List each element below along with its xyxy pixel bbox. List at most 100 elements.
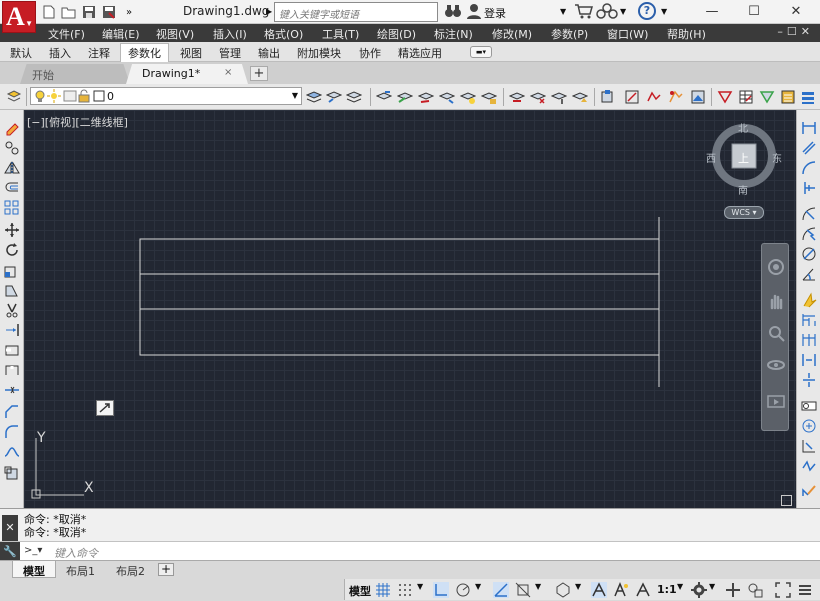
cart-icon[interactable] [574,3,594,22]
annotation-scale-value[interactable]: 1:1 [657,583,677,596]
linear-dimension-icon[interactable] [801,120,817,136]
isodraft-icon[interactable] [493,582,509,598]
chevron-right-icon[interactable]: ▶ [266,7,272,16]
match-properties-icon[interactable] [600,89,616,105]
annotation-scale-icon[interactable] [635,582,651,598]
layer-dropdown[interactable]: 0 ▼ [30,87,302,105]
layer-merge-icon[interactable] [508,89,526,105]
menu-window[interactable]: 窗口(W) [607,26,648,42]
tab-annotate[interactable]: 注释 [88,45,110,61]
jogged-icon[interactable] [801,226,817,242]
layer-properties-icon[interactable] [6,89,22,105]
user-icon[interactable] [466,3,482,22]
tab-model[interactable]: 模型 [12,561,56,578]
dimension-edit-icon[interactable] [801,482,817,498]
showmotion-icon[interactable] [767,392,785,410]
angular-icon[interactable] [801,266,817,282]
wrench-icon[interactable]: 🔧 [0,542,20,561]
ordinate-icon[interactable] [801,180,817,196]
menu-dimension[interactable]: 标注(N) [434,26,473,42]
chevron-down-icon[interactable]: ▼ [475,582,491,598]
make-current-layer-icon[interactable] [305,89,323,105]
continue-icon[interactable] [801,332,817,348]
offset-icon[interactable] [4,180,20,196]
save-as-icon[interactable] [100,3,118,21]
application-menu-button[interactable]: A ▼ [2,1,36,33]
polar-icon[interactable] [455,582,471,598]
fullscreen-icon[interactable] [775,582,791,598]
tab-manage[interactable]: 管理 [219,45,241,61]
diameter-icon[interactable] [801,246,817,262]
chevron-down-icon[interactable]: ▼ [535,582,551,598]
recent-commands-button[interactable]: >_▾ [24,545,42,556]
tab-insert[interactable]: 插入 [49,45,71,61]
stack-icon[interactable] [800,89,816,105]
help-icon[interactable]: ? [638,2,656,20]
dim-break-icon[interactable] [801,372,817,388]
chevron-down-icon[interactable]: ▼ [560,7,566,16]
trim-icon[interactable] [4,302,20,318]
viewcube-top-face[interactable]: 上 [738,150,749,166]
minimize-button[interactable]: — [698,2,726,22]
baseline-icon[interactable] [801,312,817,328]
radius-icon[interactable] [801,206,817,222]
new-layout-button[interactable]: + [158,563,174,576]
tab-output[interactable]: 输出 [258,45,280,61]
menu-edit[interactable]: 编辑(E) [102,26,140,42]
chevron-down-icon[interactable]: ▼ [709,582,725,598]
markup-icon[interactable] [717,89,733,105]
tab-featured-apps[interactable]: 精选应用 [398,45,442,61]
command-input[interactable]: 键入命令 [54,545,98,561]
blend-curves-icon[interactable] [4,444,20,460]
layer-tool-icon[interactable] [375,89,393,105]
tolerance-icon[interactable] [801,398,817,414]
close-icon[interactable]: ✕ [2,515,18,541]
snap-icon[interactable] [397,582,413,598]
model-space-button[interactable]: 模型 [349,583,371,599]
data-link-icon[interactable] [780,89,796,105]
chevron-down-icon[interactable]: ▼ [620,7,626,16]
menu-draw[interactable]: 绘图(D) [377,26,416,42]
chamfer-icon[interactable] [4,404,20,420]
layer-delete-icon[interactable] [529,89,547,105]
isolate-objects-icon[interactable] [747,582,763,598]
auto-scale-icon[interactable] [613,582,629,598]
more-commands-icon[interactable]: » [120,3,138,21]
gear-icon[interactable] [691,582,707,598]
customization-menu-icon[interactable] [797,582,813,598]
xref-icon[interactable] [668,89,684,105]
menu-insert[interactable]: 插入(I) [213,26,247,42]
tab-parametric[interactable]: 参数化 [120,43,169,64]
close-tab-icon[interactable]: × [224,67,232,78]
layer-states-icon[interactable] [345,89,363,105]
viewcube-east[interactable]: 东 [772,150,782,165]
chevron-down-icon[interactable]: ▼ [417,582,433,598]
tab-view[interactable]: 视图 [180,45,202,61]
scale-icon[interactable] [4,262,20,278]
grid-icon[interactable] [375,582,391,598]
menu-format[interactable]: 格式(O) [264,26,303,42]
break-icon[interactable] [4,342,20,358]
layer-change-icon[interactable] [571,89,589,105]
menu-help[interactable]: 帮助(H) [667,26,706,42]
maximize-button[interactable]: ☐ [740,2,768,22]
steering-wheel-icon[interactable] [767,258,785,276]
zoom-extents-icon[interactable] [767,324,785,342]
login-button[interactable]: 登录 [484,5,506,21]
viewcube-west[interactable]: 西 [706,150,716,165]
workspace-switch-icon[interactable] [555,582,571,598]
orbit-icon[interactable] [767,356,785,374]
explode-icon[interactable] [4,466,20,482]
image-clip-icon[interactable] [690,89,706,105]
menu-file[interactable]: 文件(F) [48,26,85,42]
document-window-controls[interactable]: –☐✕ [777,25,814,38]
chevron-down-icon[interactable]: ▼ [661,7,667,16]
tab-default[interactable]: 默认 [10,45,32,61]
object-snap-icon[interactable] [515,582,531,598]
jogged-linear-icon[interactable] [801,458,817,474]
layer-unisolate-icon[interactable] [417,89,435,105]
layer-walk-icon[interactable] [550,89,568,105]
copy-icon[interactable] [4,140,20,156]
start-tab[interactable]: 开始 [20,64,130,84]
tab-collaborate[interactable]: 协作 [359,45,381,61]
